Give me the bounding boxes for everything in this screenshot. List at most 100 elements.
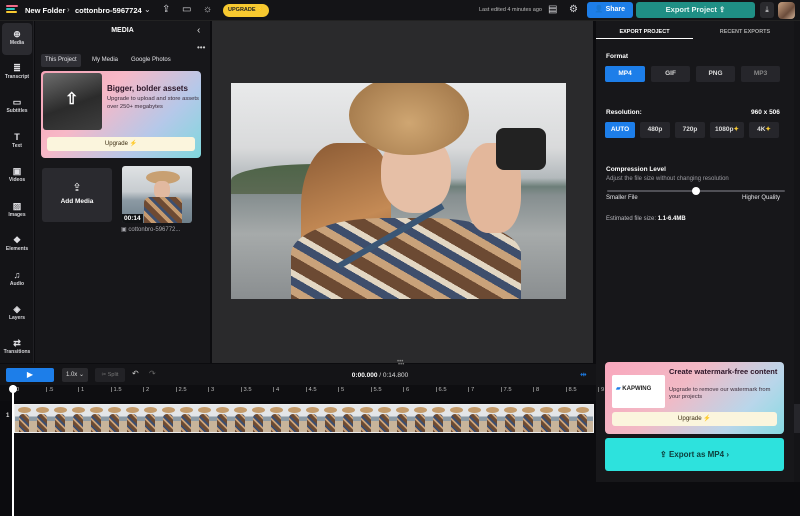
nav-videos[interactable]: ▣ Videos: [2, 160, 32, 192]
resolution-1080p-button[interactable]: 1080p✦: [710, 122, 744, 138]
timeline-ruler[interactable]: 0.5 1 1.5 2 2.5 3 3.5 4 4.5 5 5.5 6 6.5 7 7.5 8 8.5 9: [0, 385, 604, 401]
add-media-button[interactable]: ⇪ Add Media: [42, 168, 112, 222]
redo-icon[interactable]: ↷: [149, 369, 156, 378]
clip-frame: [339, 405, 357, 432]
share-label: Share: [605, 6, 626, 13]
chevron-down-icon[interactable]: ⌄: [144, 5, 151, 15]
upload-icon[interactable]: ⇪: [162, 5, 170, 15]
upload-arrow-icon: ⇧: [65, 91, 79, 108]
promo-image: ⇧: [43, 73, 102, 130]
estimated-file-size: Estimated file size: 1.1-6.4MB: [606, 216, 686, 222]
format-gif-button[interactable]: GIF: [651, 66, 690, 82]
export-project-button[interactable]: Export Project ⇪: [636, 2, 755, 18]
undo-icon[interactable]: ↶: [132, 369, 139, 378]
nav-media[interactable]: ⊕ Media: [2, 23, 32, 55]
kapwing-brand-text: KAPWING: [622, 386, 652, 392]
folder-name[interactable]: New Folder: [25, 6, 65, 15]
video-preview[interactable]: [231, 83, 566, 299]
nav-label: Transitions: [3, 349, 31, 355]
watermark-upgrade-button[interactable]: Upgrade ⚡: [612, 412, 777, 426]
smaller-file-label: Smaller File: [606, 195, 638, 201]
export-panel: EXPORT PROJECT RECENT EXPORTS Format MP4…: [596, 21, 800, 482]
timeline-resize-handle[interactable]: •••: [398, 362, 404, 368]
format-label: Format: [606, 53, 629, 60]
upgrade-button[interactable]: UPGRADE ⚡: [223, 4, 269, 17]
media-thumbnail[interactable]: 00:14: [122, 166, 192, 223]
speed-select[interactable]: 1.0x ⌄: [62, 368, 88, 382]
ruler-tick: 8: [533, 387, 539, 393]
export-as-mp4-button[interactable]: ⇪ Export as MP4 ›: [605, 438, 784, 471]
clip-frame: [447, 405, 465, 432]
audio-icon: ♫: [13, 270, 21, 280]
media-icon: ⊕: [13, 29, 21, 39]
clip-frame: [573, 405, 591, 432]
nav-text[interactable]: T Text: [2, 126, 32, 158]
split-button[interactable]: ✂ Split: [95, 368, 125, 382]
resolution-4k-button[interactable]: 4K✦: [749, 122, 779, 138]
comment-icon[interactable]: ▤: [548, 5, 557, 15]
time-display: 0:00.000 / 0:14.800: [351, 372, 409, 379]
nav-transcript[interactable]: ≣ Transcript: [2, 57, 32, 89]
tab-my-media[interactable]: My Media: [88, 54, 122, 67]
playhead[interactable]: [9, 385, 17, 516]
download-icon[interactable]: ⤓: [760, 2, 774, 18]
zoom-fit-icon[interactable]: ⇹: [580, 370, 592, 380]
nav-transitions[interactable]: ⇄ Transitions: [2, 332, 32, 364]
ruler-tick: .5: [45, 387, 53, 393]
collapse-panel-icon[interactable]: ‹: [197, 25, 200, 36]
clip-frame: [393, 405, 411, 432]
lightbulb-icon[interactable]: ☼: [203, 5, 212, 15]
nav-layers[interactable]: ◈ Layers: [2, 298, 32, 330]
gear-icon[interactable]: ⚙: [569, 5, 578, 15]
tab-google-photos[interactable]: Google Photos: [127, 54, 175, 67]
tab-export-project[interactable]: EXPORT PROJECT: [596, 25, 693, 39]
ruler-tick: 7.5: [500, 387, 512, 393]
upload-icon: ⇪: [72, 182, 82, 194]
clip-frame: [69, 405, 87, 432]
promo-text: Upgrade to upload and store assets over …: [107, 96, 199, 110]
tab-this-project[interactable]: This Project: [41, 54, 81, 67]
timeline-scrollbar[interactable]: [794, 404, 800, 433]
resolution-480p-button[interactable]: 480p: [640, 122, 670, 138]
text-icon: T: [14, 132, 20, 142]
ruler-tick: 6.5: [435, 387, 447, 393]
media-panel-title: MEDIA: [111, 27, 134, 34]
nav-audio[interactable]: ♫ Audio: [2, 264, 32, 296]
resolution-720p-button[interactable]: 720p: [675, 122, 705, 138]
subtitles-icon[interactable]: ▭: [182, 5, 191, 15]
share-button[interactable]: 👤 Share: [587, 2, 633, 18]
upgrade-label: UPGRADE: [228, 7, 256, 13]
transcript-icon: ≣: [13, 63, 21, 73]
more-options-icon[interactable]: •••: [197, 43, 205, 52]
timeline-toolbar: ▶ 1.0x ⌄ ✂ Split ↶ ↷ 0:00.000 / 0:14.800…: [0, 364, 596, 385]
video-track-clip[interactable]: [14, 404, 594, 433]
ruler-tick: 5: [338, 387, 344, 393]
clip-frame: [267, 405, 285, 432]
nav-label: Media: [9, 40, 25, 46]
clip-frame: [357, 405, 375, 432]
format-mp3-button[interactable]: MP3: [741, 66, 780, 82]
watermark-heading: Create watermark-free content: [669, 367, 778, 376]
split-label: Split: [107, 372, 119, 378]
clip-frame: [159, 405, 177, 432]
promo-upgrade-button[interactable]: Upgrade ⚡: [47, 137, 195, 151]
tab-recent-exports[interactable]: RECENT EXPORTS: [696, 25, 794, 39]
clip-frame: [177, 405, 195, 432]
nav-elements[interactable]: ❖ Elements: [2, 229, 32, 261]
resolution-auto-button[interactable]: AUTO: [605, 122, 635, 138]
play-button[interactable]: ▶: [6, 368, 54, 382]
format-png-button[interactable]: PNG: [696, 66, 735, 82]
compression-slider-handle[interactable]: [692, 187, 700, 195]
kapwing-logo-icon[interactable]: [6, 5, 18, 16]
clip-frame: [519, 405, 537, 432]
format-mp4-button[interactable]: MP4: [605, 66, 645, 82]
avatar[interactable]: [778, 2, 795, 19]
nav-subtitles[interactable]: ▭ Subtitles: [2, 91, 32, 123]
clip-frame: [429, 405, 447, 432]
nav-images[interactable]: ▨ Images: [2, 195, 32, 227]
subtitles-icon: ▭: [12, 97, 22, 107]
nav-label: Subtitles: [6, 108, 28, 114]
project-name[interactable]: cottonbro-5967724: [75, 6, 142, 15]
ruler-tick: 9: [598, 387, 604, 393]
clip-frame: [51, 405, 69, 432]
